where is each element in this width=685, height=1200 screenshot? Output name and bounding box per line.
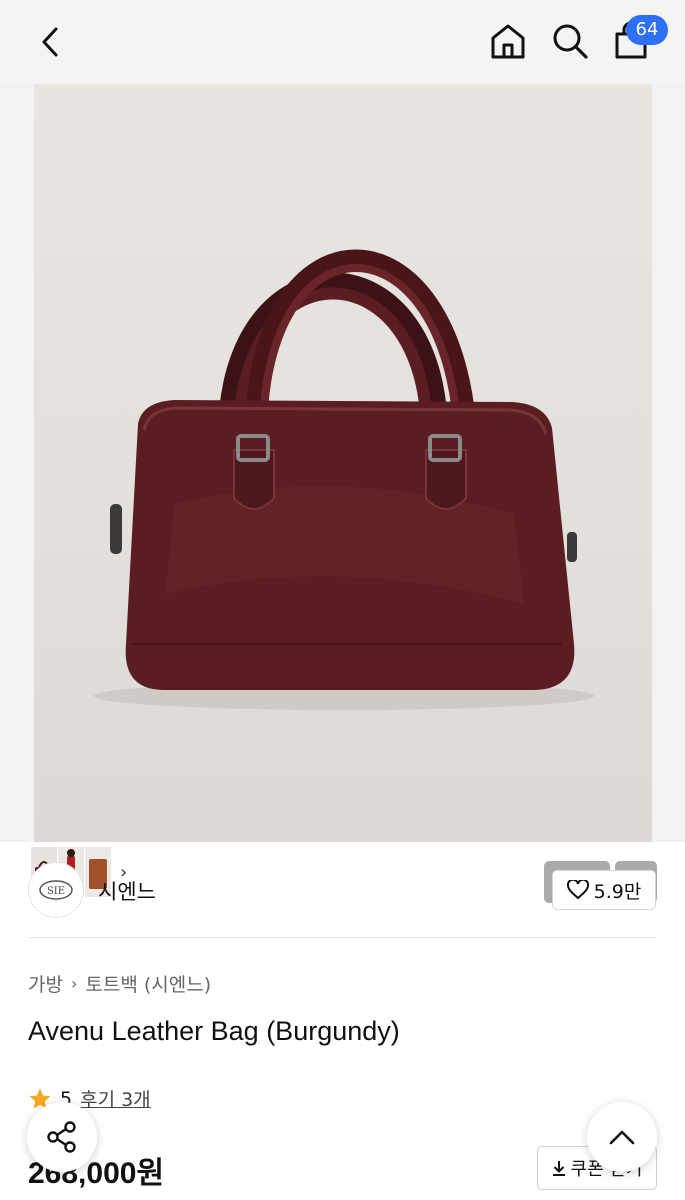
- bag-illustration: [94, 249, 594, 710]
- cart-count-badge: 64: [626, 15, 668, 45]
- download-icon: [552, 1161, 565, 1176]
- home-button[interactable]: [485, 18, 531, 64]
- brand-logo-text: SIE: [47, 886, 65, 897]
- brand-logo[interactable]: SIE: [28, 862, 84, 918]
- chevron-right-icon: ›: [70, 974, 78, 993]
- share-button[interactable]: [27, 1102, 97, 1172]
- search-button[interactable]: [547, 18, 593, 64]
- product-detail-page: 64 › SIE 시엔느 5.9만 가방 › 토트백 (시엔느) Avenu L…: [0, 0, 685, 1200]
- brand-name[interactable]: 시엔느: [98, 876, 156, 906]
- breadcrumb: 가방 › 토트백 (시엔느): [28, 970, 211, 997]
- chevron-up-icon: [609, 1130, 635, 1145]
- brand-row: SIE 시엔느 5.9만: [28, 862, 656, 938]
- breadcrumb-subcategory[interactable]: 토트백 (시엔느): [85, 970, 211, 997]
- review-link[interactable]: 후기 3개: [80, 1085, 151, 1112]
- top-navigation-bar: 64: [0, 0, 685, 84]
- product-title: Avenu Leather Bag (Burgundy): [28, 1016, 400, 1046]
- home-icon: [491, 24, 525, 59]
- product-photo[interactable]: [34, 84, 652, 842]
- share-icon: [47, 1121, 76, 1153]
- search-icon: [553, 24, 588, 59]
- chevron-left-icon: [42, 27, 58, 57]
- like-count: 5.9만: [593, 880, 642, 903]
- like-button[interactable]: 5.9만: [552, 870, 656, 910]
- back-button[interactable]: [28, 20, 72, 64]
- product-image-gallery[interactable]: › 1 / 3: [0, 84, 685, 903]
- brand-logo-mark: SIE: [39, 880, 73, 900]
- scroll-to-top-button[interactable]: [587, 1102, 657, 1172]
- heart-icon: [566, 880, 589, 900]
- breadcrumb-category[interactable]: 가방: [28, 970, 63, 997]
